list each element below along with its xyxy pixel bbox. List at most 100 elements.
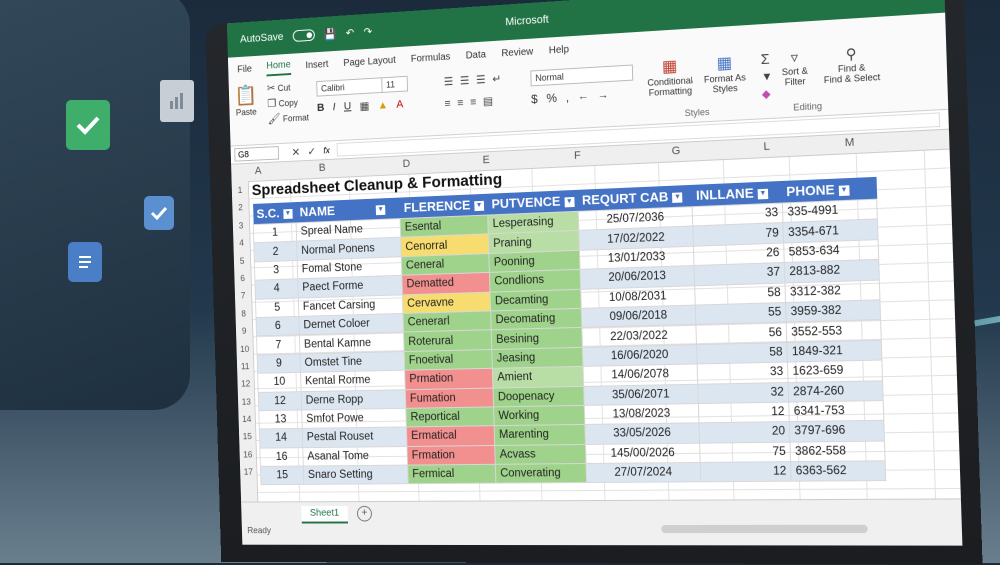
cell-putvence[interactable]: Working — [493, 405, 586, 426]
tab-help[interactable]: Help — [549, 44, 570, 59]
fill-color-icon[interactable]: ▲ — [378, 98, 389, 111]
function-icon[interactable]: fx — [323, 145, 330, 155]
row-number[interactable]: 11 — [237, 357, 254, 375]
cell-phone[interactable]: 3959-382 — [785, 299, 881, 323]
row-number[interactable]: 13 — [238, 393, 255, 411]
cell-flerence[interactable]: Fermical — [407, 464, 497, 485]
percent-icon[interactable]: % — [546, 91, 557, 106]
row-number[interactable]: 15 — [239, 428, 256, 446]
cell-name[interactable]: Bental Kamne — [299, 332, 405, 354]
font-color-icon[interactable]: A — [396, 98, 403, 111]
align-middle-icon[interactable]: ☰ — [460, 74, 470, 87]
comma-icon[interactable]: , — [566, 90, 570, 104]
cell-inllane[interactable]: 58 — [694, 282, 786, 306]
cell-sc[interactable]: 15 — [260, 466, 305, 486]
cell-inllane[interactable]: 37 — [694, 262, 786, 286]
cell-name[interactable]: Derne Ropp — [301, 389, 407, 410]
column-header[interactable]: M — [845, 136, 855, 149]
cell-putvence[interactable]: Amient — [492, 366, 584, 388]
cell-sc[interactable]: 16 — [259, 447, 304, 467]
cell-flerence[interactable]: Prmation — [404, 368, 494, 390]
font-size-select[interactable]: 11 — [381, 75, 409, 93]
filter-dropdown-icon[interactable]: ▼ — [375, 204, 386, 215]
cell-flerence[interactable]: Fumation — [405, 387, 494, 409]
italic-icon[interactable]: I — [332, 101, 335, 114]
align-bottom-icon[interactable]: ☰ — [476, 73, 486, 86]
cell-date[interactable]: 16/06/2020 — [582, 344, 698, 367]
cell-sc[interactable]: 14 — [259, 428, 304, 448]
cell-flerence[interactable]: Frmation — [407, 445, 496, 466]
cell-putvence[interactable]: Decamting — [490, 288, 582, 311]
save-icon[interactable]: 💾 — [324, 27, 337, 40]
cell-phone[interactable]: 1849-321 — [786, 340, 883, 363]
horizontal-scrollbar[interactable] — [661, 524, 868, 534]
cell-flerence[interactable]: Cenerarl — [403, 310, 492, 333]
tab-home[interactable]: Home — [266, 59, 292, 77]
cell-phone[interactable]: 3312-382 — [785, 279, 881, 303]
name-box[interactable]: G8 — [234, 146, 280, 162]
cell-date[interactable]: 22/03/2022 — [582, 324, 697, 348]
cell-date[interactable]: 14/06/2078 — [583, 364, 698, 386]
filter-dropdown-icon[interactable]: ▼ — [838, 184, 850, 196]
cell-phone[interactable]: 6363-562 — [790, 460, 886, 482]
cell-flerence[interactable]: Roterural — [403, 330, 493, 352]
autosum-icon[interactable]: Σ — [760, 50, 769, 67]
cell-inllane[interactable]: 56 — [696, 322, 787, 345]
row-number[interactable]: 3 — [233, 216, 250, 234]
row-number[interactable]: 14 — [238, 410, 255, 428]
row-number[interactable]: 17 — [240, 463, 257, 481]
cell-sc[interactable]: 7 — [256, 335, 301, 355]
borders-icon[interactable]: ▦ — [359, 99, 369, 112]
cell-name[interactable]: Pestal Rouset — [302, 427, 408, 448]
cell-sc[interactable]: 9 — [257, 353, 301, 374]
wrap-text-icon[interactable]: ↵ — [492, 72, 501, 85]
sheet-tab[interactable]: Sheet1 — [301, 505, 348, 524]
undo-icon[interactable]: ↶ — [346, 26, 355, 39]
filter-dropdown-icon[interactable]: ▼ — [757, 188, 769, 199]
cell-flerence[interactable]: Reportical — [406, 406, 495, 428]
cell-phone[interactable]: 3552-553 — [786, 319, 882, 343]
font-name-select[interactable]: Calibri — [316, 77, 384, 97]
cell-putvence[interactable]: Besining — [491, 327, 583, 350]
cell-sc[interactable]: 13 — [258, 409, 303, 430]
row-number[interactable]: 2 — [232, 199, 249, 217]
cell-putvence[interactable]: Doopenacy — [493, 385, 585, 407]
tab-file[interactable]: File — [237, 64, 252, 78]
cell-name[interactable]: Kental Rorme — [300, 370, 406, 392]
cell-sc[interactable]: 2 — [253, 241, 298, 262]
cell-phone[interactable]: 3797-696 — [789, 420, 885, 442]
decrease-decimal-icon[interactable]: → — [597, 88, 608, 103]
cut-button[interactable]: ✂ Cut — [267, 81, 291, 95]
row-number[interactable]: 9 — [236, 322, 253, 340]
cell-phone[interactable]: 1623-659 — [787, 360, 883, 383]
tab-insert[interactable]: Insert — [305, 59, 328, 74]
cell-sc[interactable]: 5 — [255, 297, 300, 318]
merge-icon[interactable]: ▤ — [483, 95, 493, 107]
row-number[interactable]: 16 — [239, 446, 256, 464]
worksheet-grid[interactable]: A B D E F G L M 1 2 3 4 5 6 7 8 9 10 11 12 13 14 15 16 1… — [231, 129, 961, 503]
cell-putvence[interactable]: Acvass — [495, 444, 587, 465]
autosave-toggle[interactable] — [292, 29, 315, 43]
row-number[interactable]: 6 — [234, 269, 251, 287]
cell-flerence[interactable]: Ermatical — [406, 425, 496, 447]
align-top-icon[interactable]: ☰ — [444, 75, 454, 88]
filter-dropdown-icon[interactable]: ▼ — [474, 200, 485, 211]
cell-flerence[interactable]: Cervavne — [402, 291, 491, 314]
filter-dropdown-icon[interactable]: ▼ — [283, 208, 293, 219]
column-header[interactable]: L — [763, 140, 770, 153]
cell-sc[interactable]: 3 — [254, 260, 299, 281]
cell-date[interactable]: 33/05/2026 — [585, 423, 700, 445]
increase-decimal-icon[interactable]: ← — [578, 89, 589, 104]
cell-sc[interactable]: 6 — [255, 316, 300, 337]
row-number[interactable]: 10 — [236, 340, 253, 358]
align-right-icon[interactable]: ≡ — [470, 95, 477, 108]
cell-sc[interactable]: 4 — [254, 278, 299, 299]
cell-inllane[interactable]: 20 — [699, 421, 791, 443]
cancel-icon[interactable]: ✕ — [291, 145, 300, 158]
cell-name[interactable]: Smfot Powe — [301, 408, 407, 429]
cell-inllane[interactable]: 33 — [697, 362, 789, 384]
cell-inllane[interactable]: 55 — [695, 302, 787, 325]
cell-name[interactable]: Omstet Tine — [300, 351, 405, 373]
clear-icon[interactable]: ◆ — [762, 87, 771, 101]
row-number[interactable]: 12 — [237, 375, 254, 393]
